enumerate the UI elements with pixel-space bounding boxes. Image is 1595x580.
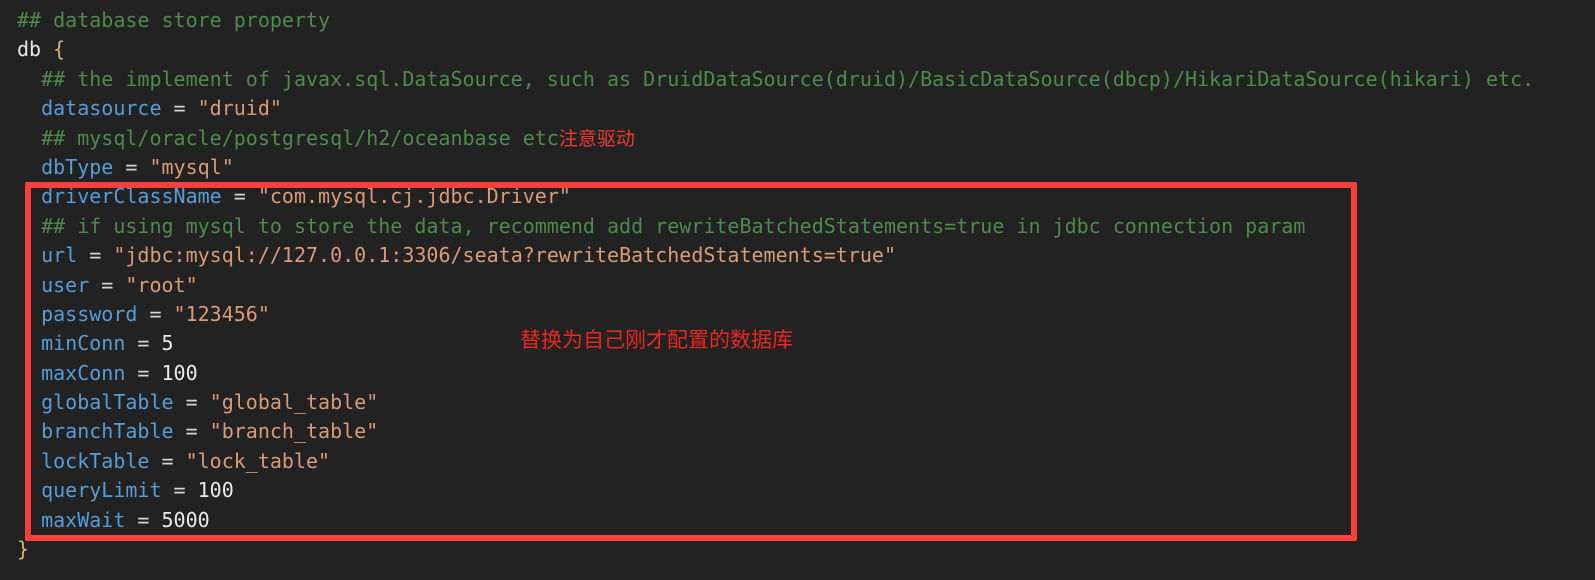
code-editor-pane[interactable]: ## database store property db { ## the im… bbox=[0, 0, 1595, 580]
code-token-str: "global_table" bbox=[209, 390, 379, 415]
code-token-op: = bbox=[89, 272, 126, 297]
code-token-str: "lock_table" bbox=[185, 448, 331, 473]
code-line[interactable]: globalTable = "global_table" bbox=[0, 388, 1595, 417]
code-token-key: url bbox=[17, 243, 78, 268]
code-token-op: = bbox=[125, 360, 162, 385]
code-line[interactable]: } bbox=[0, 535, 1595, 564]
code-content[interactable]: ## database store property db { ## the im… bbox=[0, 0, 1595, 564]
code-line[interactable]: url = "jdbc:mysql://127.0.0.1:3306/seata… bbox=[0, 241, 1595, 270]
code-line[interactable]: ## mysql/oracle/postgresql/h2/oceanbase … bbox=[0, 124, 1595, 153]
code-line[interactable]: dbType = "mysql" bbox=[0, 153, 1595, 182]
code-token-key: maxWait bbox=[17, 507, 126, 532]
code-line[interactable]: db { bbox=[0, 35, 1595, 64]
code-token-str: "mysql" bbox=[149, 154, 234, 179]
code-token-plain: db bbox=[17, 37, 54, 62]
code-line[interactable]: branchTable = "branch_table" bbox=[0, 417, 1595, 446]
code-token-cmt: ## database store property bbox=[17, 8, 331, 32]
code-token-str: "branch_table" bbox=[209, 419, 379, 444]
code-token-op: = bbox=[161, 478, 198, 503]
code-token-key: minConn bbox=[17, 331, 126, 356]
code-token-op: = bbox=[173, 419, 210, 444]
code-token-str: "root" bbox=[125, 272, 198, 297]
code-token-brace: { bbox=[53, 37, 66, 62]
code-token-key: lockTable bbox=[17, 448, 150, 473]
code-token-key: driverClassName bbox=[17, 184, 222, 209]
code-line[interactable]: ## if using mysql to store the data, rec… bbox=[0, 212, 1595, 241]
code-token-key: globalTable bbox=[17, 390, 174, 415]
code-token-num: 5000 bbox=[161, 507, 210, 532]
code-token-op: = bbox=[221, 184, 258, 209]
code-token-num: 100 bbox=[197, 478, 234, 503]
code-token-num: 100 bbox=[161, 360, 198, 385]
code-token-op: = bbox=[173, 390, 210, 415]
code-line[interactable]: queryLimit = 100 bbox=[0, 476, 1595, 505]
code-token-key: datasource bbox=[17, 96, 162, 121]
code-token-op: = bbox=[149, 448, 186, 473]
code-token-zh-annot: 注意驱动 bbox=[558, 127, 635, 150]
code-token-cmt: ## the implement of javax.sql.DataSource… bbox=[17, 66, 1535, 91]
code-token-str: "123456" bbox=[173, 301, 270, 326]
code-token-op: = bbox=[125, 331, 162, 356]
code-line[interactable]: maxWait = 5000 bbox=[0, 506, 1595, 535]
code-token-num: 5 bbox=[161, 331, 174, 356]
code-line[interactable]: driverClassName = "com.mysql.cj.jdbc.Dri… bbox=[0, 182, 1595, 211]
code-token-op: = bbox=[137, 301, 174, 326]
code-token-key: branchTable bbox=[17, 419, 174, 444]
code-token-str: "com.mysql.cj.jdbc.Driver" bbox=[257, 184, 571, 209]
code-token-key: dbType bbox=[17, 154, 114, 179]
code-token-key: user bbox=[17, 272, 90, 297]
code-token-op: = bbox=[113, 154, 150, 179]
code-token-key: maxConn bbox=[17, 360, 126, 385]
code-token-op: = bbox=[161, 96, 198, 121]
code-token-key: password bbox=[17, 301, 138, 326]
code-line[interactable]: lockTable = "lock_table" bbox=[0, 447, 1595, 476]
code-line[interactable]: ## database store property bbox=[0, 6, 1595, 35]
code-line[interactable]: ## the implement of javax.sql.DataSource… bbox=[0, 65, 1595, 94]
code-token-cmt: ## if using mysql to store the data, rec… bbox=[17, 213, 1306, 238]
code-line[interactable]: datasource = "druid" bbox=[0, 94, 1595, 123]
code-token-cmt: ## mysql/oracle/postgresql/h2/oceanbase … bbox=[17, 125, 559, 150]
code-token-str: "jdbc:mysql://127.0.0.1:3306/seata?rewri… bbox=[113, 243, 897, 268]
code-line[interactable]: minConn = 5 bbox=[0, 329, 1595, 358]
code-line[interactable]: user = "root" bbox=[0, 271, 1595, 300]
code-token-str: "druid" bbox=[197, 96, 282, 121]
code-line[interactable]: maxConn = 100 bbox=[0, 359, 1595, 388]
code-token-key: queryLimit bbox=[17, 478, 162, 503]
code-line[interactable]: password = "123456" bbox=[0, 300, 1595, 329]
code-token-op: = bbox=[125, 507, 162, 532]
code-token-op: = bbox=[77, 243, 114, 268]
code-token-brace: } bbox=[17, 537, 30, 562]
